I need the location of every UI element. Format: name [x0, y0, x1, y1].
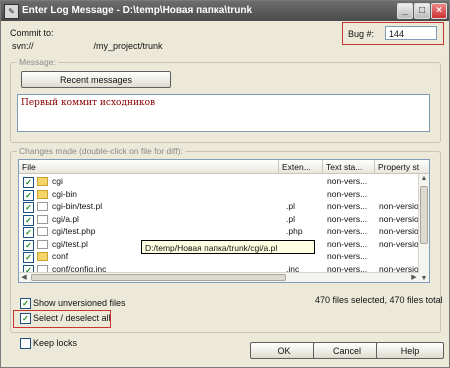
path-tooltip: D:/temp/Новая папка/trunk/cgi/a.pl: [141, 240, 315, 254]
app-icon: ✎: [4, 4, 19, 19]
file-extension: .pl: [286, 213, 295, 224]
show-unversioned-label: Show unversioned files: [33, 298, 126, 308]
column-property-status[interactable]: Property st: [375, 160, 429, 174]
property-status: non-version: [379, 213, 423, 224]
changes-group-label: Changes made (double-click on file for d…: [17, 146, 185, 156]
horizontal-scroll-thumb[interactable]: [31, 274, 286, 281]
bug-number-input[interactable]: 144: [385, 26, 437, 40]
column-text-status[interactable]: Text sta...: [323, 160, 375, 174]
text-status: non-vers...: [327, 238, 368, 249]
file-icon: [37, 227, 48, 236]
file-icon: [37, 214, 48, 224]
row-checkbox[interactable]: ✓: [23, 202, 34, 213]
table-row[interactable]: ✓ cgi/test.php .php non-vers... non-version: [19, 226, 423, 238]
file-icon: [37, 239, 48, 249]
select-all-checkbox[interactable]: ✓: [20, 313, 31, 324]
file-name: cgi/test.php: [52, 226, 96, 236]
text-status: non-vers...: [327, 188, 368, 199]
dialog-window: ✎ Enter Log Message - D:\temp\Новая папк…: [0, 0, 450, 368]
commit-url: svn:// /my_project/trunk: [12, 41, 163, 51]
ok-button[interactable]: OK: [250, 342, 318, 359]
help-button[interactable]: Help: [376, 342, 444, 359]
file-name: cgi-bin/test.pl: [52, 201, 103, 211]
file-name: cgi: [52, 176, 63, 186]
commit-url-prefix: svn://: [12, 41, 34, 51]
cancel-button[interactable]: Cancel: [313, 342, 381, 359]
text-status: non-vers...: [327, 201, 368, 211]
maximize-button[interactable]: □: [414, 3, 430, 19]
show-unversioned-checkbox[interactable]: ✓: [20, 298, 31, 309]
vertical-scrollbar[interactable]: ▲ ▼: [418, 174, 429, 282]
window-title: Enter Log Message - D:\temp\Новая папка\…: [22, 5, 253, 16]
property-status: non-version: [379, 201, 423, 211]
text-status: non-vers...: [327, 251, 368, 261]
keep-locks-checkbox[interactable]: [20, 338, 31, 349]
recent-messages-button[interactable]: Recent messages: [21, 71, 171, 88]
commit-to-label: Commit to:: [10, 28, 54, 38]
column-extension[interactable]: Exten...: [279, 160, 323, 174]
file-name: cgi-bin: [52, 188, 78, 199]
scroll-right-icon[interactable]: ▶: [409, 273, 419, 282]
text-status: non-vers...: [327, 176, 368, 186]
scroll-left-icon[interactable]: ◀: [19, 273, 29, 282]
keep-locks-label: Keep locks: [33, 338, 78, 348]
minimize-button[interactable]: _: [397, 3, 413, 19]
vertical-scroll-thumb[interactable]: [420, 186, 428, 244]
file-extension: .pl: [286, 201, 295, 211]
file-name: cgi/test.pl: [52, 238, 88, 249]
message-textarea[interactable]: Первый коммит исходников: [17, 94, 430, 132]
close-button[interactable]: ×: [431, 3, 447, 19]
folder-icon: [37, 252, 48, 261]
file-extension: .php: [286, 226, 303, 236]
row-checkbox[interactable]: ✓: [23, 239, 34, 251]
message-text: Первый коммит исходников: [21, 98, 156, 108]
bug-label: Bug #:: [348, 29, 375, 39]
title-bar[interactable]: ✎ Enter Log Message - D:\temp\Новая папк…: [1, 1, 449, 21]
horizontal-scrollbar[interactable]: ◀ ▶: [19, 272, 419, 282]
select-all-label: Select / deselect all: [33, 313, 111, 323]
changes-file-list[interactable]: File Exten... Text sta... Property st ✓ c…: [18, 159, 430, 283]
property-status: non-version: [379, 238, 423, 249]
row-checkbox[interactable]: ✓: [23, 214, 34, 226]
file-name: cgi/a.pl: [52, 213, 79, 224]
table-row[interactable]: ✓ cgi-bin/test.pl .pl non-vers... non-versio…: [19, 201, 423, 213]
table-row[interactable]: ✓ cgi non-vers...: [19, 176, 419, 188]
commit-url-path: /my_project/trunk: [93, 41, 163, 51]
row-checkbox[interactable]: ✓: [23, 227, 34, 238]
selection-status: 470 files selected, 470 files total: [315, 295, 443, 305]
row-checkbox[interactable]: ✓: [23, 252, 34, 263]
row-checkbox[interactable]: ✓: [23, 189, 34, 201]
column-file[interactable]: File: [19, 160, 279, 174]
file-icon: [37, 202, 48, 211]
table-row[interactable]: ✓ cgi-bin non-vers...: [19, 189, 419, 201]
folder-icon: [37, 177, 48, 186]
message-group-label: Message:: [17, 57, 58, 67]
text-status: non-vers...: [327, 213, 368, 224]
table-row[interactable]: ✓ cgi/a.pl .pl non-vers... non-version: [19, 213, 423, 226]
scroll-down-icon[interactable]: ▼: [419, 274, 429, 282]
property-status: non-version: [379, 226, 423, 236]
folder-icon: [37, 189, 48, 199]
text-status: non-vers...: [327, 226, 368, 236]
scroll-up-icon[interactable]: ▲: [419, 174, 429, 184]
row-checkbox[interactable]: ✓: [23, 177, 34, 188]
file-name: conf: [52, 251, 69, 261]
